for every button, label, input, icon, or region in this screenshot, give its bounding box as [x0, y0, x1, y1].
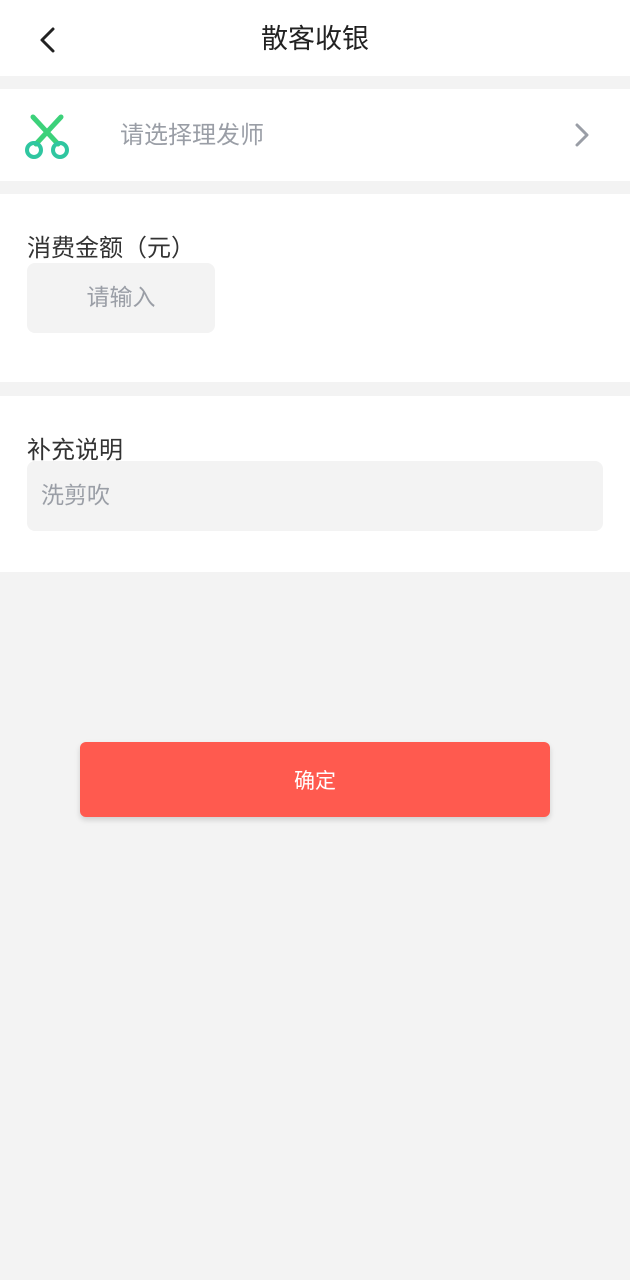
chevron-right-icon — [575, 123, 589, 147]
scissors-icon — [25, 114, 69, 159]
page-title: 散客收银 — [261, 24, 369, 55]
amount-input[interactable] — [27, 263, 215, 333]
note-input[interactable] — [27, 461, 603, 531]
confirm-button[interactable]: 确定 — [80, 742, 550, 817]
amount-section: 消费金额（元） — [0, 194, 630, 382]
header: 散客收银 — [0, 0, 630, 76]
note-section: 补充说明 — [0, 396, 630, 572]
amount-label: 消费金额（元） — [27, 234, 195, 262]
select-stylist-row[interactable]: 请选择理发师 — [0, 89, 630, 181]
note-label: 补充说明 — [27, 436, 123, 464]
stylist-placeholder: 请选择理发师 — [120, 121, 264, 149]
